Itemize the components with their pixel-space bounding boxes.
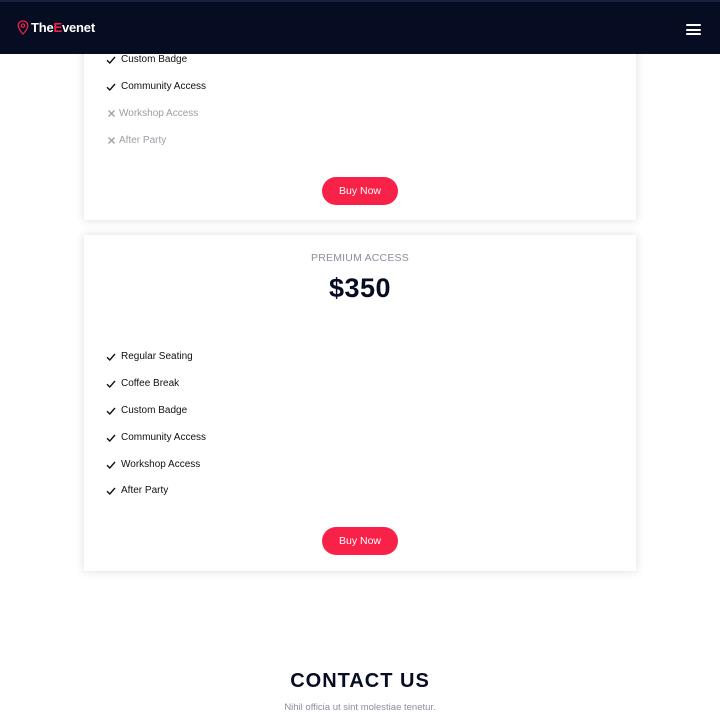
plan-title: PREMIUM ACCESS <box>311 252 409 264</box>
feature-label: Workshop Access <box>121 459 201 470</box>
feature-item: Coffee Break <box>106 378 179 389</box>
contact-section-subtitle: Nihil officia ut sint molestiae tenetur. <box>284 702 436 713</box>
check-icon <box>106 55 116 65</box>
check-icon <box>106 379 116 389</box>
map-pin-icon <box>17 20 29 35</box>
buy-now-button[interactable]: Buy Now <box>322 177 398 205</box>
feature-label: Custom Badge <box>121 405 188 416</box>
feature-item: After Party <box>106 135 166 146</box>
check-icon <box>106 352 116 362</box>
check-icon <box>106 406 116 416</box>
top-navbar: TheEvenet <box>0 0 720 54</box>
feature-item: Community Access <box>106 81 206 92</box>
feature-item: Custom Badge <box>106 405 187 416</box>
feature-label: Regular Seating <box>121 351 193 362</box>
check-icon <box>106 433 116 443</box>
feature-label: Coffee Break <box>121 378 180 389</box>
buy-now-button[interactable]: Buy Now <box>322 527 398 555</box>
feature-item: Regular Seating <box>106 351 193 362</box>
feature-label: After Party <box>121 485 169 496</box>
check-icon <box>106 82 116 92</box>
feature-label: Workshop Access <box>119 108 199 119</box>
site-logo[interactable]: TheEvenet <box>17 20 95 35</box>
pricing-card-premium: PREMIUM ACCESS $350 Regular Seating Coff… <box>84 235 636 571</box>
check-icon <box>106 486 116 496</box>
hamburger-menu-icon[interactable] <box>686 24 701 35</box>
contact-section-title: CONTACT US <box>290 670 430 692</box>
check-icon <box>106 460 116 470</box>
feature-item: Workshop Access <box>106 459 200 470</box>
feature-item: Workshop Access <box>106 108 198 119</box>
feature-label: Community Access <box>121 81 207 92</box>
feature-item: Custom Badge <box>106 54 187 65</box>
feature-label: Community Access <box>121 432 207 443</box>
feature-label: Custom Badge <box>121 54 188 65</box>
plan-price: $350 <box>328 273 392 303</box>
feature-item: After Party <box>106 485 168 496</box>
close-icon <box>106 109 116 119</box>
close-icon <box>106 136 116 146</box>
feature-label: After Party <box>119 135 167 146</box>
logo-text: TheEvenet <box>31 20 95 35</box>
feature-item: Community Access <box>106 432 206 443</box>
